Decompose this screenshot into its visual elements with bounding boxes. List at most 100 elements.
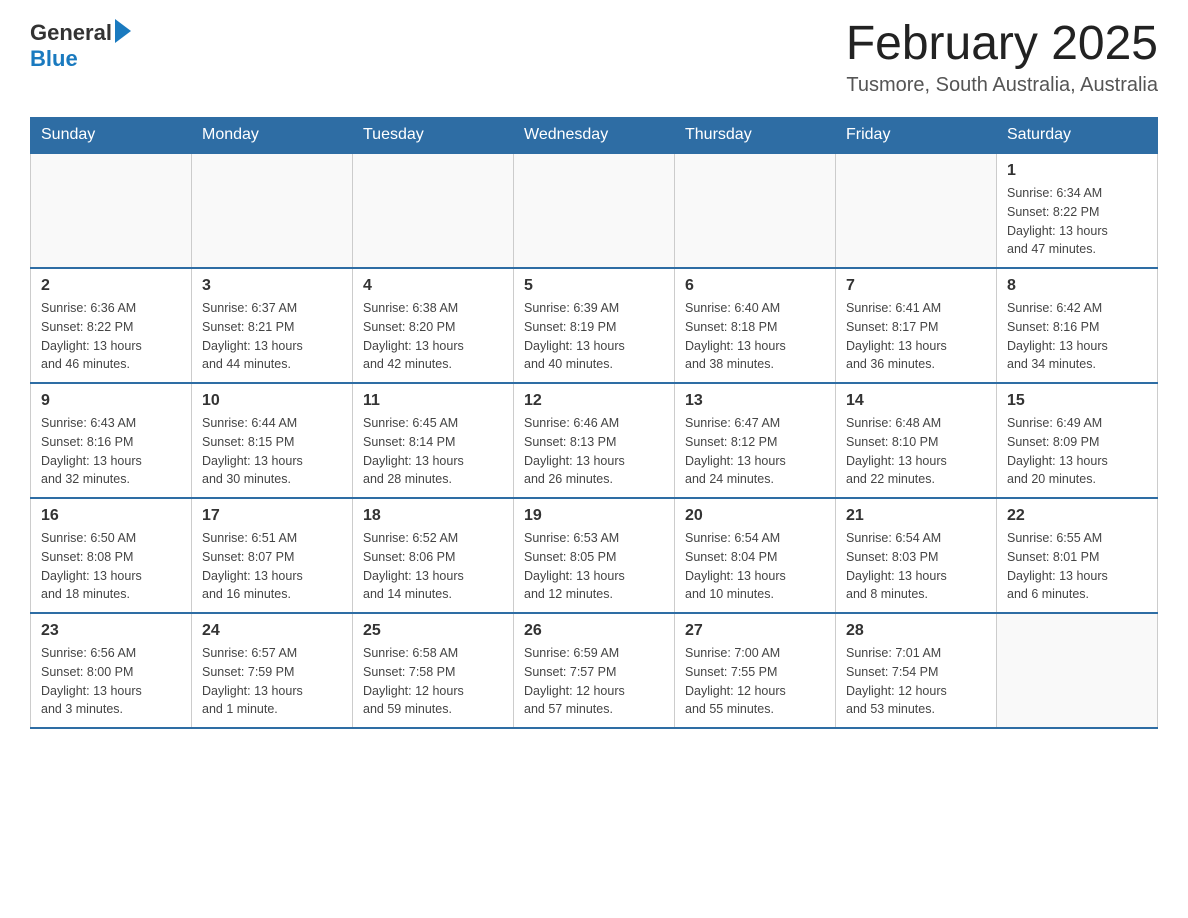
calendar-cell: 23 Sunrise: 6:56 AM Sunset: 8:00 PM Dayli… — [31, 613, 192, 728]
day-number: 10 — [202, 392, 342, 410]
calendar-cell: 3 Sunrise: 6:37 AM Sunset: 8:21 PM Daylig… — [192, 268, 353, 383]
calendar-cell: 13 Sunrise: 6:47 AM Sunset: 8:12 PM Dayli… — [675, 383, 836, 498]
day-number: 3 — [202, 277, 342, 295]
day-info: Sunrise: 6:54 AM Sunset: 8:03 PM Dayligh… — [846, 529, 986, 604]
day-number: 13 — [685, 392, 825, 410]
day-number: 7 — [846, 277, 986, 295]
calendar-week-row: 9 Sunrise: 6:43 AM Sunset: 8:16 PM Daylig… — [31, 383, 1158, 498]
day-number: 4 — [363, 277, 503, 295]
day-info: Sunrise: 6:37 AM Sunset: 8:21 PM Dayligh… — [202, 299, 342, 374]
calendar-header-row: SundayMondayTuesdayWednesdayThursdayFrid… — [31, 118, 1158, 154]
day-info: Sunrise: 7:01 AM Sunset: 7:54 PM Dayligh… — [846, 644, 986, 719]
calendar-cell — [353, 153, 514, 268]
calendar-cell — [31, 153, 192, 268]
calendar-cell — [675, 153, 836, 268]
calendar-cell: 26 Sunrise: 6:59 AM Sunset: 7:57 PM Dayli… — [514, 613, 675, 728]
day-number: 6 — [685, 277, 825, 295]
calendar-cell: 14Sunrise: 6:48 AM Sunset: 8:10 PM Dayli… — [836, 383, 997, 498]
header-right: February 2025 Tusmore, South Australia, … — [846, 20, 1158, 97]
logo-blue-text: Blue — [30, 46, 78, 71]
day-info: Sunrise: 6:53 AM Sunset: 8:05 PM Dayligh… — [524, 529, 664, 604]
day-number: 20 — [685, 507, 825, 525]
day-number: 11 — [363, 392, 503, 410]
day-info: Sunrise: 6:40 AM Sunset: 8:18 PM Dayligh… — [685, 299, 825, 374]
day-info: Sunrise: 6:45 AM Sunset: 8:14 PM Dayligh… — [363, 414, 503, 489]
day-info: Sunrise: 6:54 AM Sunset: 8:04 PM Dayligh… — [685, 529, 825, 604]
calendar-cell: 15 Sunrise: 6:49 AM Sunset: 8:09 PM Dayli… — [997, 383, 1158, 498]
day-number: 1 — [1007, 162, 1147, 180]
calendar-cell: 5 Sunrise: 6:39 AM Sunset: 8:19 PM Daylig… — [514, 268, 675, 383]
day-number: 25 — [363, 622, 503, 640]
calendar-cell: 4 Sunrise: 6:38 AM Sunset: 8:20 PM Daylig… — [353, 268, 514, 383]
day-number: 12 — [524, 392, 664, 410]
calendar-cell: 27 Sunrise: 7:00 AM Sunset: 7:55 PM Dayli… — [675, 613, 836, 728]
location-subtitle: Tusmore, South Australia, Australia — [846, 74, 1158, 97]
day-info: Sunrise: 6:42 AM Sunset: 8:16 PM Dayligh… — [1007, 299, 1147, 374]
day-info: Sunrise: 6:58 AM Sunset: 7:58 PM Dayligh… — [363, 644, 503, 719]
calendar-cell: 2Sunrise: 6:36 AM Sunset: 8:22 PM Daylig… — [31, 268, 192, 383]
calendar-cell: 11 Sunrise: 6:45 AM Sunset: 8:14 PM Dayli… — [353, 383, 514, 498]
calendar-week-row: 16Sunrise: 6:50 AM Sunset: 8:08 PM Dayli… — [31, 498, 1158, 613]
day-number: 24 — [202, 622, 342, 640]
calendar-cell: 25 Sunrise: 6:58 AM Sunset: 7:58 PM Dayli… — [353, 613, 514, 728]
calendar-cell: 17 Sunrise: 6:51 AM Sunset: 8:07 PM Dayli… — [192, 498, 353, 613]
weekday-header-friday: Friday — [836, 118, 997, 154]
day-number: 8 — [1007, 277, 1147, 295]
day-number: 9 — [41, 392, 181, 410]
calendar-cell: 24 Sunrise: 6:57 AM Sunset: 7:59 PM Dayli… — [192, 613, 353, 728]
day-info: Sunrise: 6:44 AM Sunset: 8:15 PM Dayligh… — [202, 414, 342, 489]
logo-general-text: General — [30, 20, 112, 46]
day-number: 2 — [41, 277, 181, 295]
calendar-week-row: 1Sunrise: 6:34 AM Sunset: 8:22 PM Daylig… — [31, 153, 1158, 268]
calendar-table: SundayMondayTuesdayWednesdayThursdayFrid… — [30, 117, 1158, 729]
day-number: 17 — [202, 507, 342, 525]
day-number: 19 — [524, 507, 664, 525]
calendar-cell: 7Sunrise: 6:41 AM Sunset: 8:17 PM Daylig… — [836, 268, 997, 383]
day-info: Sunrise: 6:59 AM Sunset: 7:57 PM Dayligh… — [524, 644, 664, 719]
day-number: 22 — [1007, 507, 1147, 525]
calendar-cell — [514, 153, 675, 268]
weekday-header-sunday: Sunday — [31, 118, 192, 154]
month-title: February 2025 — [846, 20, 1158, 68]
calendar-week-row: 23 Sunrise: 6:56 AM Sunset: 8:00 PM Dayli… — [31, 613, 1158, 728]
calendar-cell: 12 Sunrise: 6:46 AM Sunset: 8:13 PM Dayli… — [514, 383, 675, 498]
day-number: 18 — [363, 507, 503, 525]
weekday-header-thursday: Thursday — [675, 118, 836, 154]
logo: General Blue — [30, 20, 131, 72]
day-info: Sunrise: 6:39 AM Sunset: 8:19 PM Dayligh… — [524, 299, 664, 374]
day-number: 15 — [1007, 392, 1147, 410]
calendar-cell: 8 Sunrise: 6:42 AM Sunset: 8:16 PM Daylig… — [997, 268, 1158, 383]
calendar-cell: 1Sunrise: 6:34 AM Sunset: 8:22 PM Daylig… — [997, 153, 1158, 268]
day-number: 26 — [524, 622, 664, 640]
weekday-header-saturday: Saturday — [997, 118, 1158, 154]
calendar-cell: 16Sunrise: 6:50 AM Sunset: 8:08 PM Dayli… — [31, 498, 192, 613]
calendar-cell: 9 Sunrise: 6:43 AM Sunset: 8:16 PM Daylig… — [31, 383, 192, 498]
calendar-cell: 22Sunrise: 6:55 AM Sunset: 8:01 PM Dayli… — [997, 498, 1158, 613]
calendar-cell — [997, 613, 1158, 728]
day-number: 27 — [685, 622, 825, 640]
day-info: Sunrise: 6:52 AM Sunset: 8:06 PM Dayligh… — [363, 529, 503, 604]
weekday-header-tuesday: Tuesday — [353, 118, 514, 154]
day-info: Sunrise: 6:43 AM Sunset: 8:16 PM Dayligh… — [41, 414, 181, 489]
day-number: 28 — [846, 622, 986, 640]
day-info: Sunrise: 6:46 AM Sunset: 8:13 PM Dayligh… — [524, 414, 664, 489]
logo-triangle-icon — [115, 19, 131, 43]
day-info: Sunrise: 6:56 AM Sunset: 8:00 PM Dayligh… — [41, 644, 181, 719]
calendar-cell: 28 Sunrise: 7:01 AM Sunset: 7:54 PM Dayli… — [836, 613, 997, 728]
day-number: 5 — [524, 277, 664, 295]
day-info: Sunrise: 6:49 AM Sunset: 8:09 PM Dayligh… — [1007, 414, 1147, 489]
page-header: General Blue February 2025 Tusmore, Sout… — [30, 20, 1158, 97]
day-number: 21 — [846, 507, 986, 525]
calendar-cell: 6 Sunrise: 6:40 AM Sunset: 8:18 PM Daylig… — [675, 268, 836, 383]
day-info: Sunrise: 6:51 AM Sunset: 8:07 PM Dayligh… — [202, 529, 342, 604]
day-number: 16 — [41, 507, 181, 525]
calendar-cell: 20 Sunrise: 6:54 AM Sunset: 8:04 PM Dayli… — [675, 498, 836, 613]
day-info: Sunrise: 6:47 AM Sunset: 8:12 PM Dayligh… — [685, 414, 825, 489]
day-info: Sunrise: 6:57 AM Sunset: 7:59 PM Dayligh… — [202, 644, 342, 719]
calendar-week-row: 2Sunrise: 6:36 AM Sunset: 8:22 PM Daylig… — [31, 268, 1158, 383]
day-info: Sunrise: 7:00 AM Sunset: 7:55 PM Dayligh… — [685, 644, 825, 719]
day-info: Sunrise: 6:38 AM Sunset: 8:20 PM Dayligh… — [363, 299, 503, 374]
day-number: 23 — [41, 622, 181, 640]
calendar-cell — [836, 153, 997, 268]
calendar-cell: 10 Sunrise: 6:44 AM Sunset: 8:15 PM Dayli… — [192, 383, 353, 498]
